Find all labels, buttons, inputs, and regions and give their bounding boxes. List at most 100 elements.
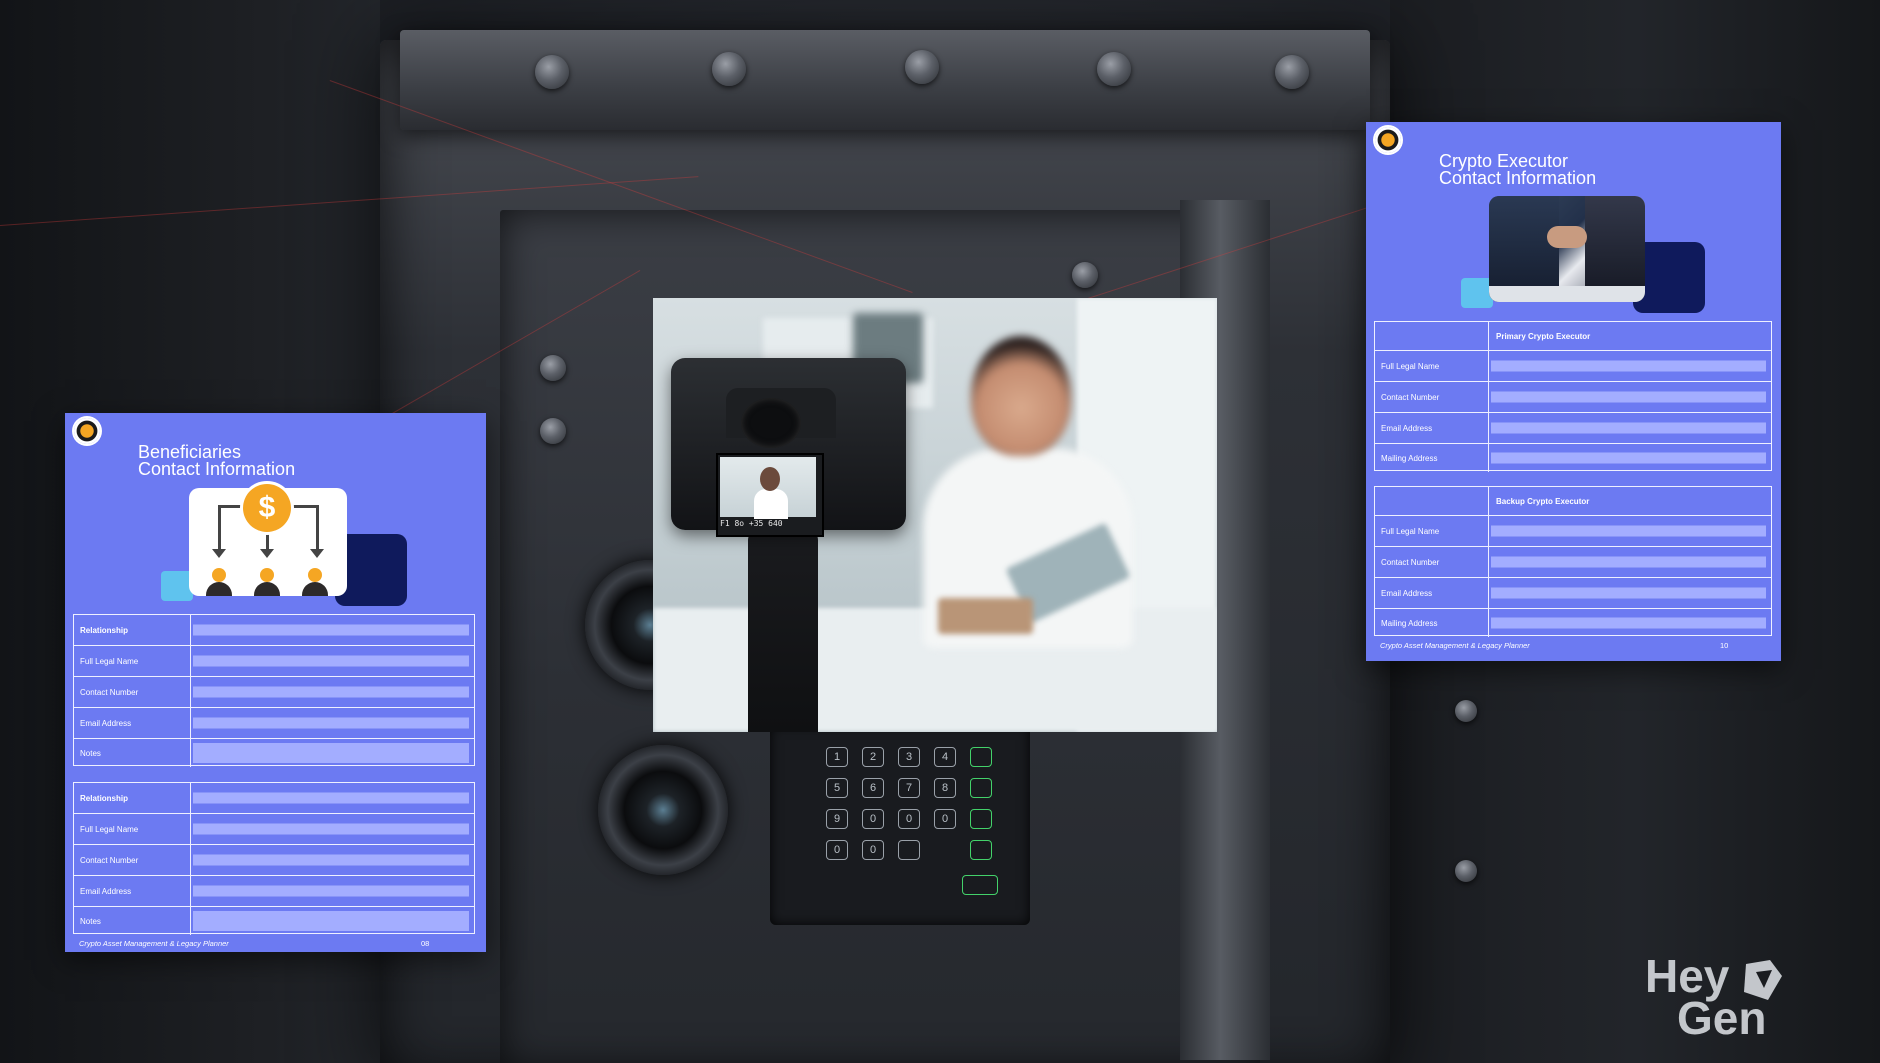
bolt <box>1072 262 1098 288</box>
camera-screen-preview <box>720 457 816 519</box>
dollar-coin-icon: $ <box>243 484 291 532</box>
field-label: Mailing Address <box>1375 609 1489 637</box>
form-row: Notes <box>74 739 474 767</box>
field-label: Relationship <box>74 783 191 813</box>
contact-number-field[interactable] <box>193 686 469 698</box>
form-row: Mailing Address <box>1375 609 1771 637</box>
planner-logo-icon <box>1375 127 1401 153</box>
bolt <box>1455 860 1477 882</box>
relationship-field[interactable] <box>193 624 469 636</box>
form-row: Full Legal Name <box>74 646 474 677</box>
planner-logo-icon <box>74 418 100 444</box>
keypad-key[interactable]: 7 <box>898 778 920 798</box>
keypad-key[interactable]: 1 <box>826 747 848 767</box>
bolt <box>1275 55 1309 89</box>
full-legal-name-field[interactable] <box>1491 525 1766 537</box>
full-legal-name-field[interactable] <box>193 823 469 835</box>
contact-number-field[interactable] <box>193 854 469 866</box>
person-icon <box>254 568 280 598</box>
keypad-key[interactable]: 0 <box>826 840 848 860</box>
field-label-empty <box>1375 487 1489 515</box>
field-label: Email Address <box>74 876 191 906</box>
field-label: Notes <box>74 907 191 935</box>
field-label: Contact Number <box>74 677 191 707</box>
photo-person-head <box>971 336 1071 456</box>
contact-number-field[interactable] <box>1491 391 1766 403</box>
form-row: Mailing Address <box>1375 444 1771 472</box>
keypad-key-green[interactable] <box>970 747 992 767</box>
keypad-key[interactable]: 4 <box>934 747 956 767</box>
backup-executor-form: Backup Crypto Executor Full Legal Name C… <box>1374 486 1772 637</box>
vault-camera-lens <box>598 745 728 875</box>
mailing-address-field[interactable] <box>1491 617 1766 629</box>
form-row: Primary Crypto Executor <box>1375 322 1771 351</box>
relationship-field[interactable] <box>193 792 469 804</box>
form-row: Email Address <box>1375 578 1771 609</box>
card-footer: Crypto Asset Management & Legacy Planner <box>79 939 229 948</box>
form-row: Email Address <box>1375 413 1771 444</box>
keypad-key[interactable]: 8 <box>934 778 956 798</box>
camera-readout: F1 8o +35 640 <box>720 519 783 528</box>
field-label: Full Legal Name <box>74 646 191 676</box>
contact-number-field[interactable] <box>1491 556 1766 568</box>
field-label: Email Address <box>1375 578 1489 608</box>
keypad-key-green[interactable] <box>970 840 992 860</box>
form-row: Contact Number <box>1375 547 1771 578</box>
keypad-key[interactable]: 2 <box>862 747 884 767</box>
keypad-key[interactable]: 3 <box>898 747 920 767</box>
form-row: Relationship <box>74 615 474 646</box>
executor-title-line2: Contact Information <box>1439 168 1597 188</box>
form-row: Full Legal Name <box>1375 516 1771 547</box>
form-row: Full Legal Name <box>1375 351 1771 382</box>
camera-photo: F1 8o +35 640 <box>653 298 1217 732</box>
bolt <box>540 418 566 444</box>
full-legal-name-field[interactable] <box>1491 360 1766 372</box>
beneficiary-form-2: Relationship Full Legal Name Contact Num… <box>73 782 475 935</box>
keypad-key[interactable] <box>898 840 920 860</box>
field-label: Full Legal Name <box>1375 351 1489 381</box>
keypad-key-green[interactable] <box>970 778 992 798</box>
keypad-key[interactable]: 0 <box>934 809 956 829</box>
notes-field[interactable] <box>193 911 469 931</box>
notes-field[interactable] <box>193 743 469 763</box>
executor-title: Crypto Executor Contact Information <box>1439 152 1597 188</box>
form-row: Email Address <box>74 708 474 739</box>
preview-person-head <box>760 467 780 491</box>
form-row: Full Legal Name <box>74 814 474 845</box>
field-label: Contact Number <box>1375 382 1489 412</box>
keypad-key[interactable]: 6 <box>862 778 884 798</box>
page-number: 08 <box>421 939 430 948</box>
email-address-field[interactable] <box>1491 422 1766 434</box>
form-row: Email Address <box>74 876 474 907</box>
beneficiaries-title-line2: Contact Information <box>138 459 296 479</box>
field-label: Email Address <box>74 708 191 738</box>
keypad-key[interactable]: 0 <box>862 809 884 829</box>
keypad-key[interactable]: 9 <box>826 809 848 829</box>
arrow-down-icon <box>310 505 324 558</box>
camera-viewfinder <box>741 398 801 448</box>
bolt <box>905 50 939 84</box>
form-row: Backup Crypto Executor <box>1375 487 1771 516</box>
form-row: Contact Number <box>1375 382 1771 413</box>
field-label: Notes <box>74 739 191 767</box>
handshake-photo <box>1489 196 1645 302</box>
camera-screen: F1 8o +35 640 <box>716 453 824 537</box>
field-label: Full Legal Name <box>1375 516 1489 546</box>
beneficiary-form-1: Relationship Full Legal Name Contact Num… <box>73 614 475 767</box>
mailing-address-field[interactable] <box>1491 452 1766 464</box>
keypad-enter-key[interactable] <box>962 875 998 895</box>
dslr-camera: F1 8o +35 640 <box>671 358 906 537</box>
email-address-field[interactable] <box>1491 587 1766 599</box>
field-label: Full Legal Name <box>74 814 191 844</box>
keypad-key[interactable]: 5 <box>826 778 848 798</box>
person-icon <box>206 568 232 598</box>
keypad-key-green[interactable] <box>970 809 992 829</box>
keypad-key[interactable]: 0 <box>898 809 920 829</box>
keypad-key[interactable]: 0 <box>862 840 884 860</box>
full-legal-name-field[interactable] <box>193 655 469 667</box>
email-address-field[interactable] <box>193 717 469 729</box>
bolt <box>535 55 569 89</box>
section-header: Primary Crypto Executor <box>1496 331 1591 341</box>
form-row: Contact Number <box>74 677 474 708</box>
email-address-field[interactable] <box>193 885 469 897</box>
